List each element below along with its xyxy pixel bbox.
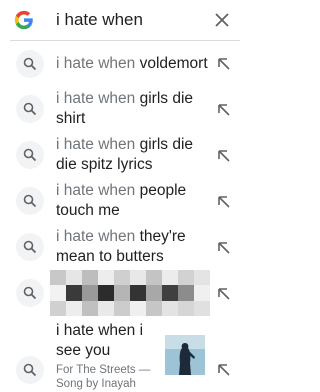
suggestion-text: i hate when girls die die spitz lyrics bbox=[56, 135, 196, 175]
suggestion-row[interactable]: i hate when girls die shirt bbox=[0, 86, 250, 132]
censored-suggestion-image bbox=[50, 270, 210, 316]
suggestion-prefix: i hate when bbox=[56, 136, 136, 153]
search-icon bbox=[16, 356, 44, 384]
arrow-up-left-icon[interactable] bbox=[216, 240, 232, 256]
arrow-up-left-icon[interactable] bbox=[216, 148, 232, 164]
search-input[interactable]: i hate when bbox=[56, 9, 143, 31]
song-subtitle-album: For The Streets — bbox=[56, 364, 151, 376]
arrow-up-left-icon[interactable] bbox=[216, 102, 232, 118]
suggestion-prefix: i hate when bbox=[56, 90, 136, 107]
search-icon bbox=[16, 233, 44, 261]
arrow-up-left-icon[interactable] bbox=[216, 194, 232, 210]
suggestion-row[interactable]: i hate when they're mean to butters bbox=[0, 224, 250, 270]
suggestion-text: i hate when they're mean to butters bbox=[56, 227, 196, 267]
arrow-up-left-icon[interactable] bbox=[216, 286, 232, 302]
suggestion-prefix: i hate when bbox=[56, 182, 136, 199]
arrow-up-left-icon[interactable] bbox=[216, 56, 232, 72]
suggestion-row[interactable]: i hate when people touch me bbox=[0, 178, 250, 224]
suggestion-row[interactable]: i hate when voldemort bbox=[0, 44, 250, 84]
divider bbox=[10, 40, 240, 41]
suggestion-prefix: i hate when bbox=[56, 228, 136, 245]
search-icon bbox=[16, 187, 44, 215]
album-art-thumbnail bbox=[165, 335, 205, 375]
suggestion-text: i hate when people touch me bbox=[56, 181, 196, 221]
arrow-up-left-icon[interactable] bbox=[216, 362, 232, 378]
search-icon bbox=[16, 279, 44, 307]
suggestion-row[interactable]: i hate when girls die die spitz lyrics bbox=[0, 132, 250, 178]
song-title: i hate when i see you bbox=[56, 322, 144, 359]
search-bar[interactable]: i hate when bbox=[0, 0, 250, 40]
google-g-icon bbox=[14, 10, 33, 30]
search-icon bbox=[16, 95, 44, 123]
suggestion-text: i hate when girls die shirt bbox=[56, 89, 196, 129]
close-icon[interactable] bbox=[212, 10, 232, 30]
suggestion-prefix: i hate when bbox=[56, 55, 136, 72]
suggestion-completion: voldemort bbox=[139, 55, 208, 72]
search-icon bbox=[16, 141, 44, 169]
song-subtitle-artist: Song by Inayah bbox=[56, 378, 136, 390]
song-suggestion-row[interactable]: i hate when i see you For The Streets — … bbox=[0, 318, 250, 392]
search-icon bbox=[16, 50, 44, 78]
suggestion-text: i hate when voldemort bbox=[56, 54, 216, 74]
